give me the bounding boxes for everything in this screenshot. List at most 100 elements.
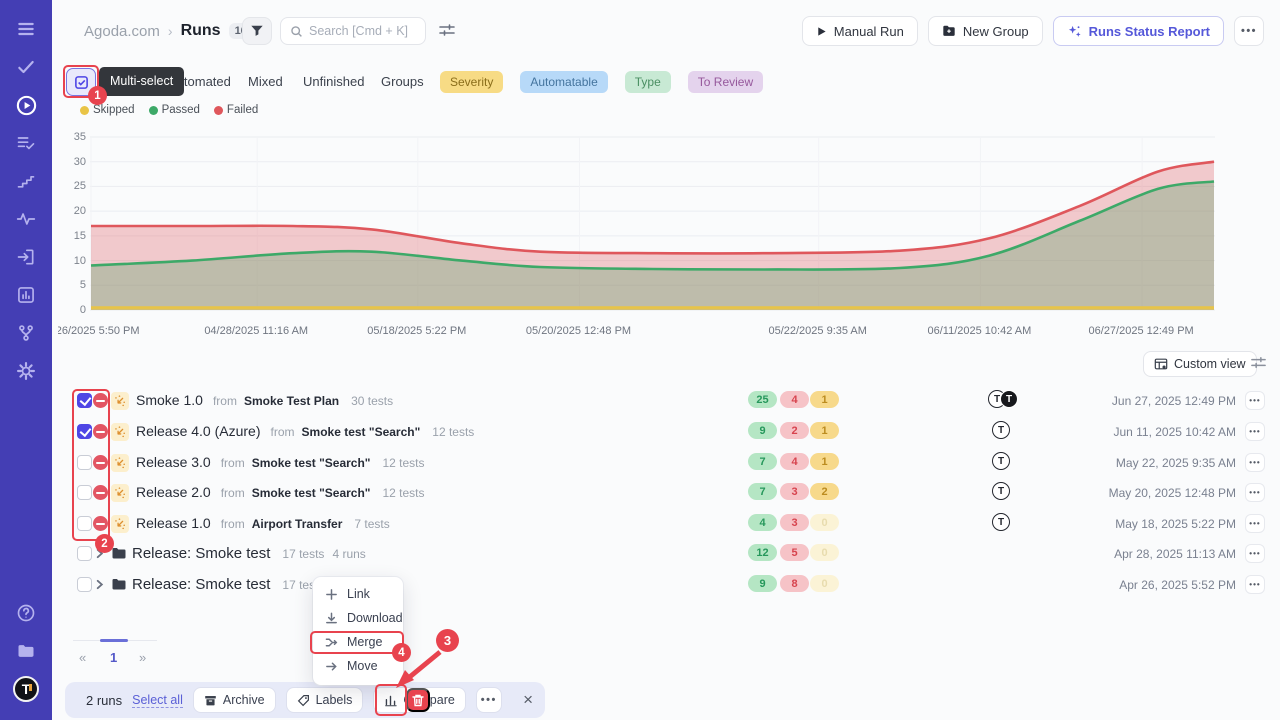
pagination-page-1[interactable]: 1 — [110, 650, 117, 665]
manual-run-button[interactable]: Manual Run — [802, 16, 918, 46]
y-tick-15: 15 — [56, 230, 86, 242]
header-more-button[interactable]: ••• — [1234, 16, 1264, 46]
run-name: Release 1.0fromAirport Transfer7 tests — [136, 515, 390, 531]
select-all-link[interactable]: Select all — [132, 693, 183, 708]
breadcrumb-root[interactable]: Agoda.com — [84, 23, 160, 40]
selection-more-button[interactable]: ••• — [476, 687, 502, 713]
row-more-button[interactable]: ••• — [1245, 575, 1265, 594]
row-checkbox[interactable] — [77, 393, 92, 408]
sidebar-bottom: T — [7, 594, 45, 708]
skipped-badge: 0 — [810, 544, 839, 561]
row-more-button[interactable]: ••• — [1245, 483, 1265, 502]
x-tick: 05/22/2025 9:35 AM — [768, 325, 866, 337]
multi-select-tooltip: Multi-select — [99, 67, 184, 96]
runs-status-report-label: Runs Status Report — [1089, 24, 1210, 39]
runs-list: Smoke 1.0fromSmoke Test Plan30 tests2541… — [0, 385, 1280, 600]
menu-item-download[interactable]: Download — [313, 606, 403, 630]
tab-groups[interactable]: Groups — [381, 74, 424, 89]
custom-view-button[interactable]: Custom view — [1143, 351, 1257, 377]
table-row[interactable]: Release 3.0fromSmoke test "Search"12 tes… — [0, 447, 1280, 477]
filter-button[interactable] — [242, 17, 272, 45]
pulse-icon[interactable] — [7, 200, 45, 238]
close-selection-icon[interactable]: × — [523, 690, 533, 710]
search-input[interactable]: Search [Cmd + K] — [280, 17, 426, 45]
list-check-icon[interactable] — [7, 124, 45, 162]
tag-type[interactable]: Type — [625, 71, 671, 93]
x-tick: 04/28/2025 11:16 AM — [204, 325, 308, 337]
group-row[interactable]: Release: Smoke test17 tests4 runs1250Apr… — [0, 538, 1280, 568]
archive-icon — [204, 694, 217, 707]
menu-item-merge[interactable]: Merge — [313, 630, 403, 654]
new-group-button[interactable]: New Group — [928, 16, 1043, 46]
labels-button[interactable]: Labels — [286, 687, 364, 713]
ellipsis-icon: ••• — [481, 694, 497, 706]
run-source: Smoke test "Search" — [302, 425, 421, 439]
row-checkbox[interactable] — [77, 546, 92, 561]
row-checkbox[interactable] — [77, 424, 92, 439]
menu-item-move[interactable]: Move — [313, 654, 403, 678]
row-more-button[interactable]: ••• — [1245, 453, 1265, 472]
check-icon[interactable] — [7, 48, 45, 86]
runs-status-report-button[interactable]: Runs Status Report — [1053, 16, 1224, 46]
sparkles-icon — [1067, 24, 1082, 39]
remove-icon[interactable] — [93, 485, 108, 500]
row-more-button[interactable]: ••• — [1245, 391, 1265, 410]
tag-automatable[interactable]: Automatable — [520, 71, 607, 93]
run-name: Release 2.0fromSmoke test "Search"12 tes… — [136, 484, 425, 500]
x-tick: 06/27/2025 12:49 PM — [1089, 325, 1194, 337]
archive-button[interactable]: Archive — [193, 687, 276, 713]
pagination-prev[interactable]: « — [79, 650, 86, 665]
row-checkbox[interactable] — [77, 577, 92, 592]
table-row[interactable]: Smoke 1.0fromSmoke Test Plan30 tests2541… — [0, 385, 1280, 415]
filter-settings-icon[interactable] — [436, 20, 458, 42]
view-settings-icon[interactable] — [1248, 354, 1268, 374]
ellipsis-icon: ••• — [1249, 396, 1260, 405]
trash-icon — [412, 694, 424, 707]
folder-icon[interactable] — [7, 632, 45, 670]
run-source: Airport Transfer — [252, 517, 343, 531]
logo-avatar[interactable]: T — [13, 676, 39, 702]
chart-x-axis: 04/26/2025 5:50 PM04/28/2025 11:16 AM05/… — [58, 325, 1280, 341]
table-row[interactable]: Release 4.0 (Azure)fromSmoke test "Searc… — [0, 416, 1280, 446]
remove-icon[interactable] — [93, 455, 108, 470]
run-date: Jun 11, 2025 10:42 AM — [1113, 425, 1236, 439]
row-checkbox[interactable] — [77, 516, 92, 531]
row-checkbox[interactable] — [77, 455, 92, 470]
row-checkbox[interactable] — [77, 485, 92, 500]
row-more-button[interactable]: ••• — [1245, 514, 1265, 533]
run-tests-count: 12 tests — [432, 425, 474, 439]
run-tests-count: 7 tests — [354, 517, 389, 531]
menu-item-link[interactable]: Link — [313, 582, 403, 606]
play-circle-icon[interactable] — [7, 86, 45, 124]
steps-icon[interactable] — [7, 162, 45, 200]
table-row[interactable]: Release 2.0fromSmoke test "Search"12 tes… — [0, 477, 1280, 507]
remove-icon[interactable] — [93, 516, 108, 531]
selection-bar: 2 runs Select all Archive Labels Compare… — [65, 682, 545, 718]
run-from-label: from — [221, 456, 245, 470]
tag-to-review[interactable]: To Review — [688, 71, 763, 93]
group-row[interactable]: Release: Smoke test17 tests7 runs980Apr … — [0, 569, 1280, 599]
menu-icon[interactable] — [7, 10, 45, 48]
row-more-button[interactable]: ••• — [1245, 544, 1265, 563]
report-icon[interactable] — [7, 276, 45, 314]
annotation-step-4: 4 — [392, 643, 411, 662]
chevron-right-icon[interactable] — [94, 577, 105, 595]
remove-icon[interactable] — [93, 393, 108, 408]
selection-count: 2 runs — [86, 693, 122, 708]
pagination-next[interactable]: » — [139, 650, 146, 665]
tab-mixed[interactable]: Mixed — [248, 74, 283, 89]
run-tests-count: 12 tests — [382, 486, 424, 500]
logo-avatar[interactable]: T — [7, 670, 45, 708]
filter-tags: Severity Automatable Type To Review — [440, 71, 763, 93]
branch-icon[interactable] — [7, 314, 45, 352]
tab-unfinished[interactable]: Unfinished — [303, 74, 364, 89]
x-tick: 05/20/2025 12:48 PM — [526, 325, 631, 337]
import-icon[interactable] — [7, 238, 45, 276]
remove-icon[interactable] — [93, 424, 108, 439]
run-tests-count: 12 tests — [382, 456, 424, 470]
search-placeholder: Search [Cmd + K] — [309, 24, 408, 38]
tag-severity[interactable]: Severity — [440, 71, 503, 93]
run-date: Jun 27, 2025 12:49 PM — [1112, 394, 1236, 408]
row-more-button[interactable]: ••• — [1245, 422, 1265, 441]
table-row[interactable]: Release 1.0fromAirport Transfer7 tests43… — [0, 508, 1280, 538]
